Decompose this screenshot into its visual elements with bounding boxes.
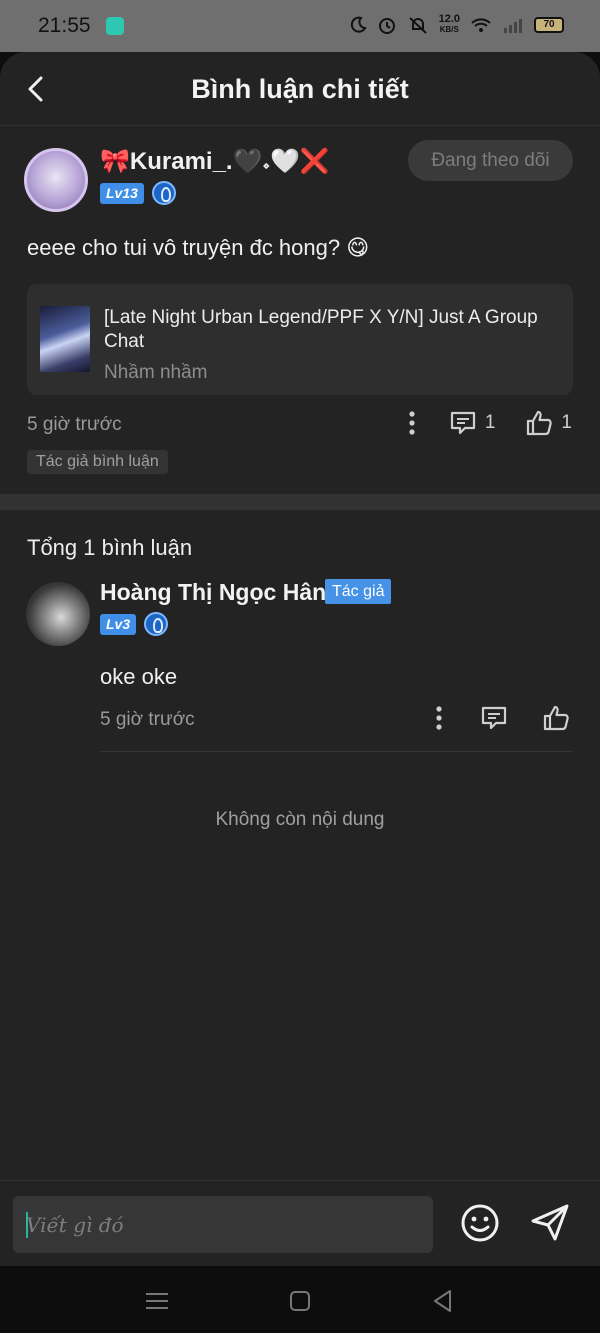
comment-icon[interactable] [480,705,508,731]
mute-bell-icon [408,16,427,34]
story-card[interactable]: [Late Night Urban Legend/PPF X Y/N] Just… [27,284,573,395]
commenter-name[interactable]: Hoàng Thị Ngọc Hân [100,579,326,606]
comment-actions [432,704,570,732]
emoji-icon[interactable] [459,1202,501,1244]
alarm-icon [378,17,395,34]
text-cursor [26,1212,28,1238]
avatar[interactable] [26,582,90,646]
comment-time: 5 giờ trước [100,709,195,730]
story-author: Nhầm nhầm [104,362,208,383]
comment-detail-sheet: Bình luận chi tiết 🎀Kurami_.🖤𝆹🤍❌ Lv13 Đa… [0,52,600,1266]
more-options-icon[interactable] [432,704,446,732]
battery-icon: 70 [534,16,564,33]
level-badge: Lv13 [100,182,144,204]
like-button[interactable]: 1 [525,409,572,437]
menu-icon[interactable] [142,1286,172,1316]
story-title: [Late Night Urban Legend/PPF X Y/N] Just… [104,307,538,352]
author-badge: Tác giả [325,579,392,604]
following-button[interactable]: Đang theo dõi [408,140,573,181]
thumbs-up-icon[interactable] [542,704,570,732]
level-badge: Lv3 [100,613,137,635]
signal-icon [504,18,522,33]
post-time: 5 giờ trước [27,414,122,435]
reply-button[interactable]: 1 [449,410,496,436]
status-time: 21:55 [38,14,91,37]
status-icons: 12.0 KB/S 70 [349,14,564,35]
medal-icon [144,612,169,636]
commenter-badges: Lv3 [100,612,169,636]
no-more-content: Không còn nội dung [215,809,385,830]
net-speed-value: 12.0 [438,13,460,25]
comment-total: Tổng 1 bình luận [27,535,193,560]
header: Bình luận chi tiết [0,52,600,126]
reply-count: 1 [484,412,496,433]
thumbs-up-icon [527,410,553,436]
more-options-icon[interactable] [405,409,419,437]
post-actions: 1 1 [405,409,572,437]
status-bar: 21:55 12.0 KB/S 70 [0,0,600,52]
section-divider [0,494,600,510]
app-notification-icon [106,17,124,35]
comment-content: oke oke [100,664,178,689]
page-title: Bình luận chi tiết [191,74,409,104]
moon-icon [350,16,367,33]
comment-composer [0,1180,600,1266]
net-speed: 12.0 KB/S [439,14,460,35]
net-speed-unit: KB/S [439,25,459,34]
home-icon[interactable] [285,1286,315,1316]
author-commented-tag: Tác giả bình luận [27,450,168,474]
comment-icon [450,411,475,435]
comment-separator [100,751,573,752]
wifi-icon [471,17,491,32]
like-count: 1 [561,412,572,433]
back-icon[interactable] [428,1286,458,1316]
post-username[interactable]: 🎀Kurami_.🖤𝆹🤍❌ [100,147,330,176]
post-badges: Lv13 [100,181,176,205]
story-cover-image [40,306,90,372]
post-content: eeee cho tui vô truyện đc hong? 😋 [27,235,370,260]
comment-input[interactable] [13,1196,433,1253]
medal-icon [151,181,176,205]
system-nav-bar [0,1266,600,1333]
send-icon[interactable] [529,1201,571,1243]
avatar[interactable] [24,148,88,212]
